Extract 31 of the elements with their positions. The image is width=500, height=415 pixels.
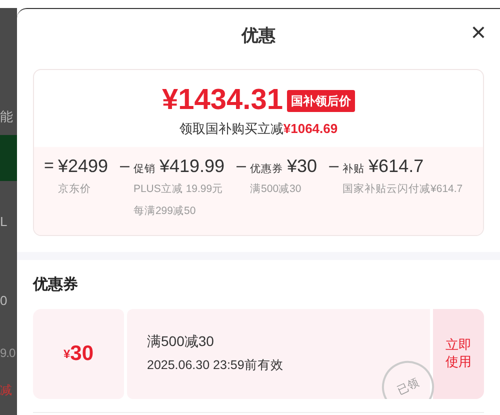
sheet-title: 优惠 (242, 25, 276, 47)
close-button[interactable]: × (470, 19, 486, 45)
price-label: 优惠券 (250, 162, 284, 176)
background-text: 能 (0, 110, 12, 123)
background-text: L (0, 215, 7, 228)
price-note: 京东价 (58, 182, 92, 196)
background-text: 减 (0, 384, 12, 396)
price-tag: 国补领后价 (286, 90, 355, 112)
use-now-button[interactable]: 立即使用 (433, 308, 484, 399)
final-price: ¥1434.31 (162, 86, 283, 115)
price-amount: ¥419.99 (159, 154, 225, 176)
subsidy-text: 领取国补购买立减¥1064.69 (178, 120, 339, 138)
price-label: 促销 (133, 162, 156, 176)
price-note: 每满299减50 (133, 204, 197, 220)
background-text: 0 (0, 294, 7, 307)
price-note: PLUS立减 19.99元 (133, 182, 224, 198)
operator-sign: – (236, 154, 246, 176)
price-label: 补贴 (342, 162, 365, 176)
coupon-value: ¥30 (33, 308, 124, 399)
coupon-condition: 满500减30 (147, 332, 215, 351)
price-note: 国家补贴云闪付减¥614.7 (342, 182, 463, 198)
coupon-validity: 2025.06.30 23:59前有效 (147, 356, 284, 374)
section-heading: 优惠券 (33, 275, 79, 296)
price-note: 满500减30 (250, 182, 302, 198)
background-text: 9.0 (0, 347, 16, 359)
price-amount: ¥614.7 (368, 154, 424, 176)
operator-sign: = (44, 154, 54, 176)
price-amount: ¥30 (287, 154, 318, 176)
operator-sign: – (329, 154, 339, 176)
operator-sign: – (120, 154, 130, 176)
price-amount: ¥2499 (58, 154, 108, 176)
